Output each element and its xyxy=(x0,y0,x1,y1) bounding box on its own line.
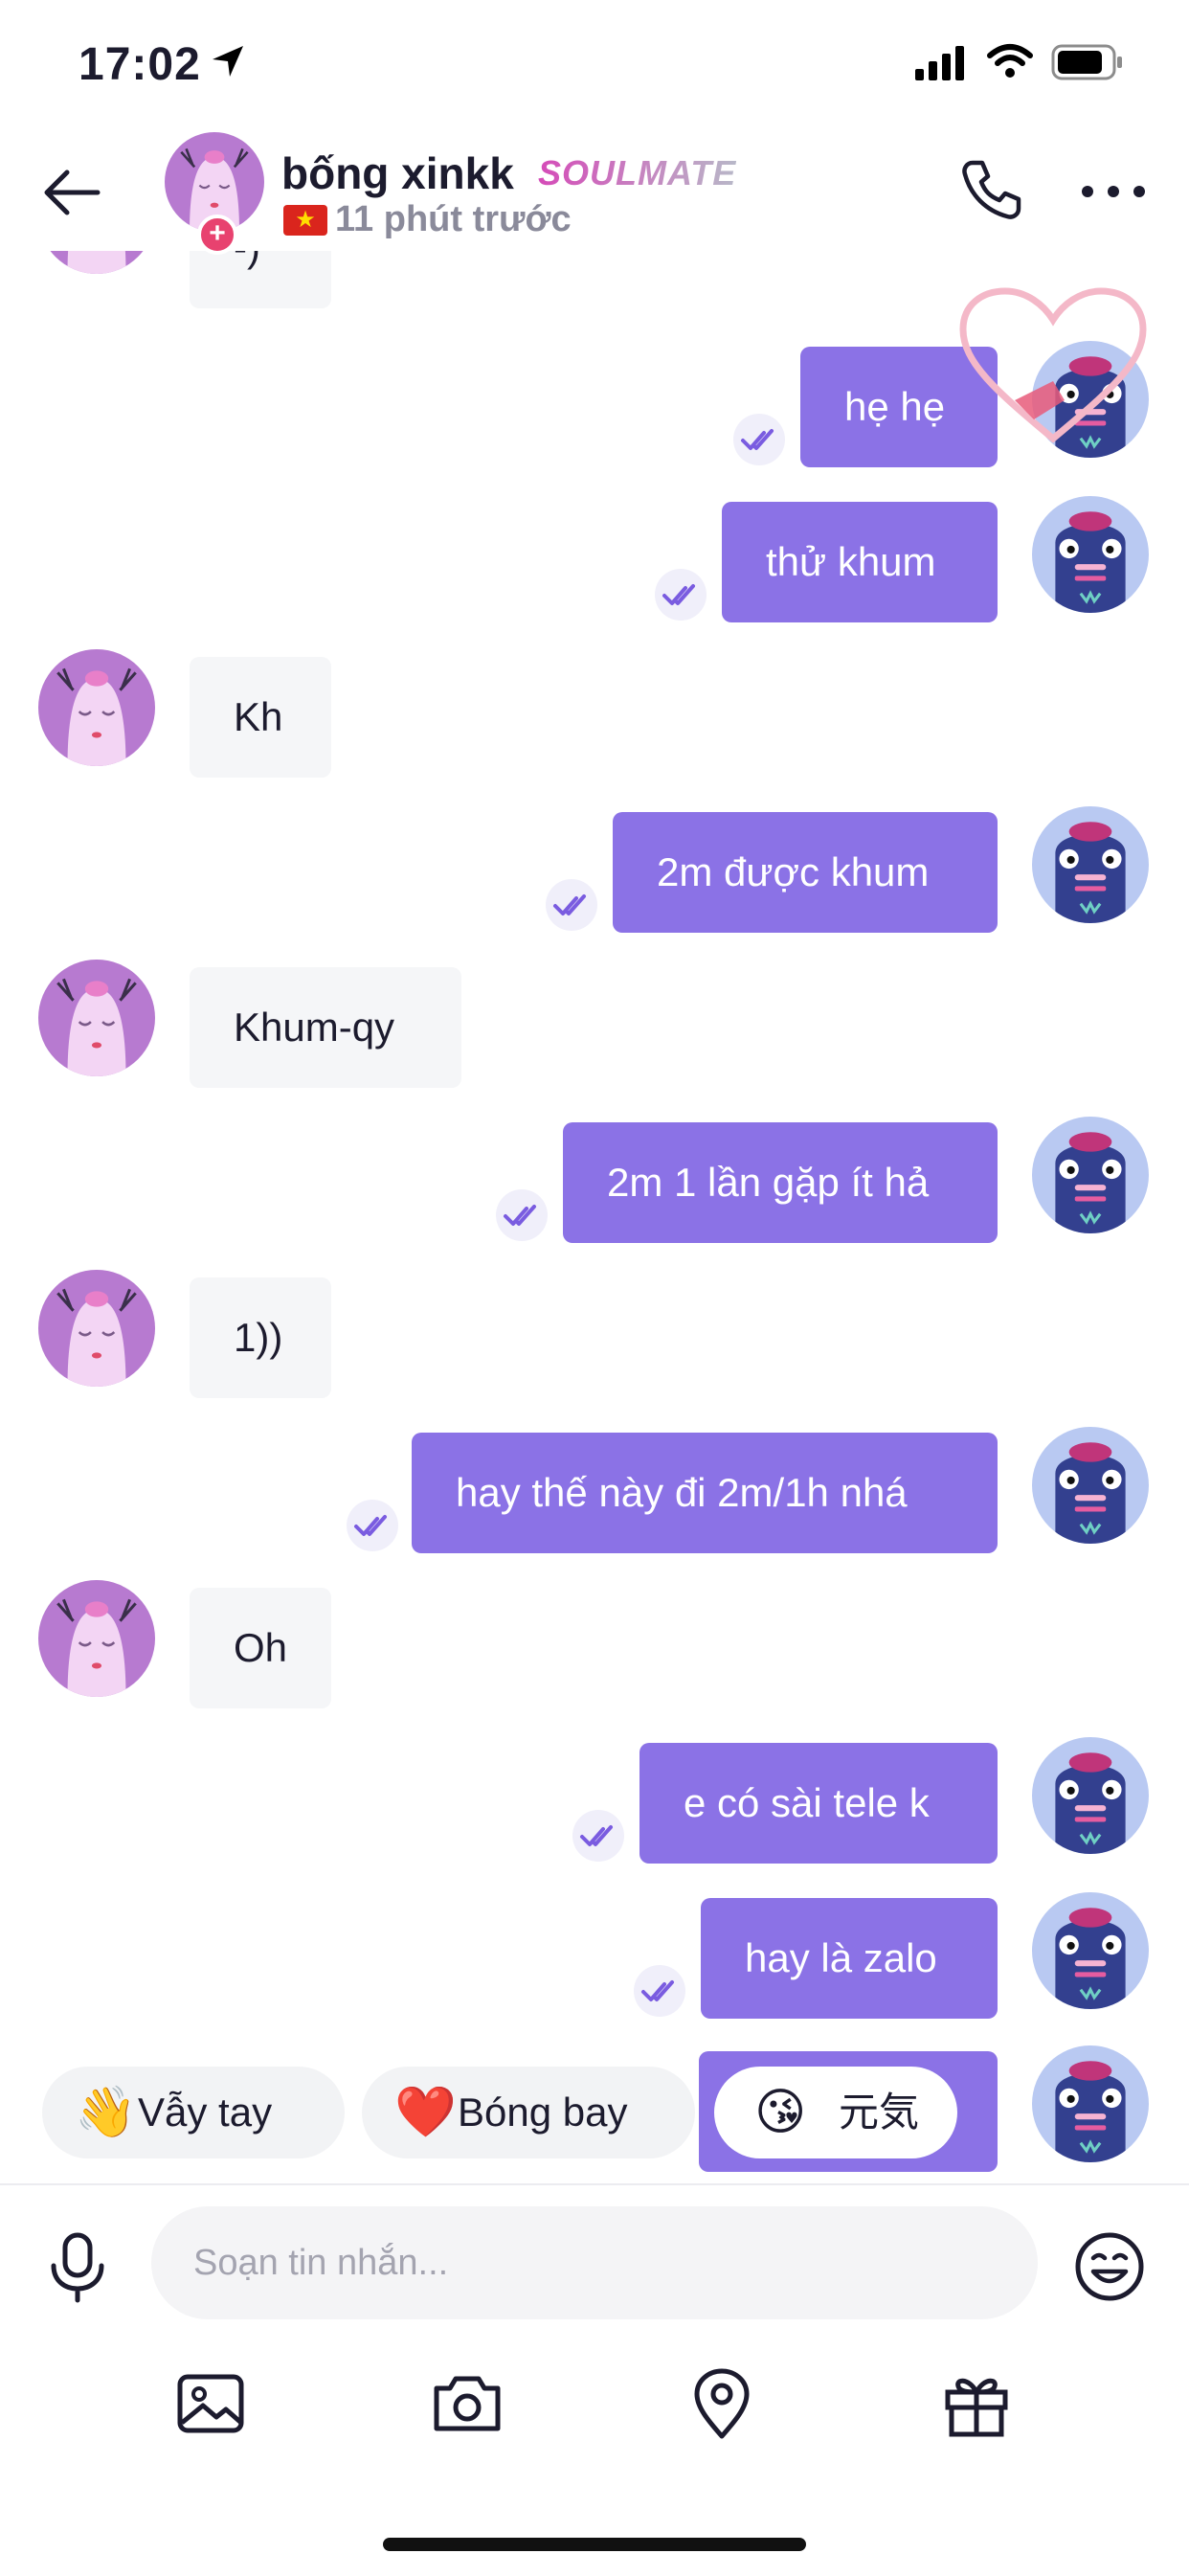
read-receipt-icon xyxy=(733,414,785,465)
gift-icon[interactable] xyxy=(940,2367,1013,2440)
last-seen: 11 phút trước xyxy=(335,199,572,239)
quick-reply-label: Bóng bay xyxy=(458,2090,628,2135)
read-receipt-icon xyxy=(546,879,597,931)
heart-animation-icon xyxy=(959,287,1147,443)
message-bubble-incoming[interactable]: Kh xyxy=(190,657,331,778)
contact-name[interactable]: bống xinkk xyxy=(281,147,514,199)
my-avatar[interactable] xyxy=(1032,1737,1149,1854)
home-indicator xyxy=(383,2538,806,2551)
contact-avatar-small[interactable] xyxy=(38,251,155,274)
quick-reply-balloon[interactable]: ❤️ Bóng bay xyxy=(362,2067,695,2158)
vietnam-flag-icon: ★ xyxy=(283,205,327,236)
heart-icon: ❤️ xyxy=(394,2085,457,2140)
my-avatar[interactable] xyxy=(1032,1892,1149,2009)
status-time: 17:02 xyxy=(79,39,201,90)
location-arrow-icon xyxy=(213,46,243,77)
composer xyxy=(0,2183,1189,2576)
battery-icon xyxy=(1051,44,1122,80)
message-bubble-incoming[interactable]: -) xyxy=(190,251,331,308)
message-bubble-incoming[interactable]: Khum-qy xyxy=(190,967,461,1088)
image-icon[interactable] xyxy=(174,2367,247,2440)
camera-icon[interactable] xyxy=(431,2367,504,2440)
message-bubble-incoming[interactable]: Oh xyxy=(190,1588,331,1708)
message-bubble-outgoing[interactable]: 2m được khum xyxy=(613,812,998,933)
message-bubble-outgoing[interactable]: thử khum xyxy=(722,502,998,622)
read-receipt-icon xyxy=(496,1189,548,1241)
quick-reply-label: Vẫy tay xyxy=(138,2090,273,2135)
message-bubble-outgoing[interactable]: e có sài tele k xyxy=(639,1743,998,1864)
message-bubble-outgoing[interactable]: hay là zalo xyxy=(701,1898,998,2019)
more-options-icon[interactable] xyxy=(1080,180,1147,203)
wifi-icon xyxy=(987,44,1033,78)
cellular-signal-icon xyxy=(915,46,964,80)
quick-reply-wave[interactable]: 👋 Vẫy tay xyxy=(42,2067,345,2158)
my-avatar[interactable] xyxy=(1032,2045,1149,2162)
quick-reply-label: 元気 xyxy=(839,2090,920,2135)
my-avatar[interactable] xyxy=(1032,806,1149,923)
message-list[interactable]: -) hẹ hẹ thử khum Kh 2m được khum Khum-q… xyxy=(0,251,1189,2181)
read-receipt-icon xyxy=(572,1810,624,1862)
chat-header: + bống xinkk SOULMATE ★ 11 phút trước xyxy=(0,126,1189,255)
read-receipt-icon xyxy=(347,1500,398,1551)
my-avatar[interactable] xyxy=(1032,1117,1149,1233)
wave-icon: 👋 xyxy=(75,2085,137,2140)
contact-avatar-small[interactable] xyxy=(38,649,155,766)
contact-avatar-small[interactable] xyxy=(38,1270,155,1387)
soulmate-badge: SOULMATE xyxy=(538,153,737,192)
my-avatar[interactable] xyxy=(1032,1427,1149,1544)
status-bar: 17:02 xyxy=(0,0,1189,126)
message-bubble-incoming[interactable]: 1)) xyxy=(190,1277,331,1398)
phone-icon[interactable] xyxy=(957,155,1026,224)
my-avatar[interactable] xyxy=(1032,496,1149,613)
read-receipt-icon xyxy=(634,1965,685,2017)
contact-avatar-small[interactable] xyxy=(38,1580,155,1697)
read-receipt-icon xyxy=(655,569,707,621)
add-friend-icon[interactable]: + xyxy=(197,215,237,255)
microphone-icon[interactable] xyxy=(44,2231,111,2304)
location-icon[interactable] xyxy=(685,2367,758,2440)
quick-reply-genki[interactable]: 😘 元気 xyxy=(714,2067,957,2158)
message-bubble-outgoing[interactable]: 2m 1 lần gặp ít hả xyxy=(563,1122,998,1243)
message-input[interactable] xyxy=(151,2206,1038,2319)
wink-kiss-icon: 😘 xyxy=(754,2085,807,2140)
emoji-icon[interactable] xyxy=(1074,2231,1145,2302)
back-arrow-icon[interactable] xyxy=(38,159,105,226)
message-bubble-outgoing[interactable]: hay thế này đi 2m/1h nhá xyxy=(412,1433,998,1553)
contact-avatar-small[interactable] xyxy=(38,960,155,1076)
